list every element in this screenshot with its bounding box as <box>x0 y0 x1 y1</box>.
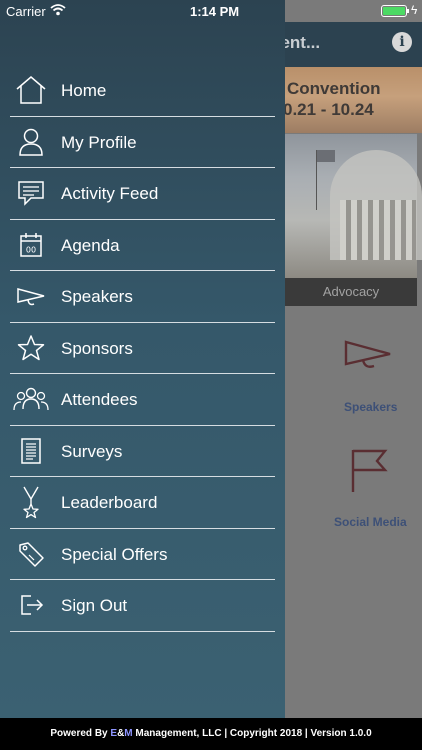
charging-icon: ϟ <box>411 3 418 17</box>
menu-label-sign-out: Sign Out <box>61 596 128 615</box>
battery-tip <box>407 9 409 13</box>
home-icon <box>13 75 49 105</box>
menu-label-speakers: Speakers <box>61 287 133 306</box>
banner-dates: 0.21 - 10.24 <box>283 100 374 119</box>
wifi-icon <box>50 4 66 16</box>
menu-item-home[interactable]: Home <box>0 65 285 117</box>
info-icon[interactable]: i <box>392 32 412 52</box>
megaphone-icon <box>13 281 49 311</box>
tag-icon <box>13 539 49 569</box>
menu-item-surveys[interactable]: Surveys <box>0 426 285 477</box>
menu-label-my-profile: My Profile <box>61 132 137 152</box>
menu-item-sign-out[interactable]: Sign Out <box>0 580 285 632</box>
calendar-icon: 00 <box>13 230 49 260</box>
menu-item-leaderboard[interactable]: Leaderboard <box>0 477 285 529</box>
photo-caption: Advocacy <box>285 278 417 306</box>
menu-item-attendees[interactable]: Attendees <box>0 374 285 426</box>
flag-icon <box>351 449 388 492</box>
menu-label-surveys: Surveys <box>61 441 123 461</box>
carrier-label: Carrier <box>6 4 46 19</box>
menu-label-attendees: Attendees <box>61 390 138 409</box>
menu-divider <box>10 630 275 632</box>
capitol-columns <box>340 200 416 260</box>
battery-icon <box>381 5 407 17</box>
menu-label-activity-feed: Activity Feed <box>61 184 159 203</box>
footer-bar: Powered By E&M Management, LLC | Copyrig… <box>0 718 422 750</box>
svg-text:00: 00 <box>26 245 36 254</box>
menu-item-activity-feed[interactable]: Activity Feed <box>0 168 285 220</box>
footer-suffix: Management, LLC | Copyright 2018 | Versi… <box>132 728 372 739</box>
profile-icon <box>13 127 49 157</box>
menu-item-special-offers[interactable]: Special Offers <box>0 529 285 580</box>
menu-label-sponsors: Sponsors <box>61 338 133 358</box>
megaphone-icon <box>344 340 391 368</box>
drawer-menu: Home My Profile Activity Feed 00 Agenda <box>0 65 285 632</box>
status-time: 1:14 PM <box>190 4 240 19</box>
flag-image <box>317 150 335 162</box>
footer-brand-m: M <box>124 728 133 739</box>
tile-label-speakers[interactable]: Speakers <box>344 400 397 414</box>
menu-label-special-offers: Special Offers <box>61 544 168 564</box>
footer-prefix: Powered By <box>50 728 111 739</box>
menu-item-sponsors[interactable]: Sponsors <box>0 323 285 374</box>
tile-label-social-media[interactable]: Social Media <box>334 515 407 529</box>
chat-icon <box>13 178 49 208</box>
banner-title: Convention <box>287 79 381 98</box>
menu-label-agenda: Agenda <box>61 235 120 255</box>
star-icon <box>13 333 49 363</box>
menu-item-agenda[interactable]: 00 Agenda <box>0 220 285 271</box>
navigation-drawer: Carrier 1:14 PM Home My Profile Activity… <box>0 0 285 718</box>
people-icon <box>13 384 49 414</box>
menu-label-leaderboard: Leaderboard <box>61 493 158 512</box>
menu-label-home: Home <box>61 81 107 100</box>
medal-icon <box>13 486 49 519</box>
sign-out-icon <box>13 590 49 620</box>
menu-item-my-profile[interactable]: My Profile <box>0 117 285 168</box>
menu-item-speakers[interactable]: Speakers <box>0 271 285 323</box>
document-icon <box>13 436 49 466</box>
